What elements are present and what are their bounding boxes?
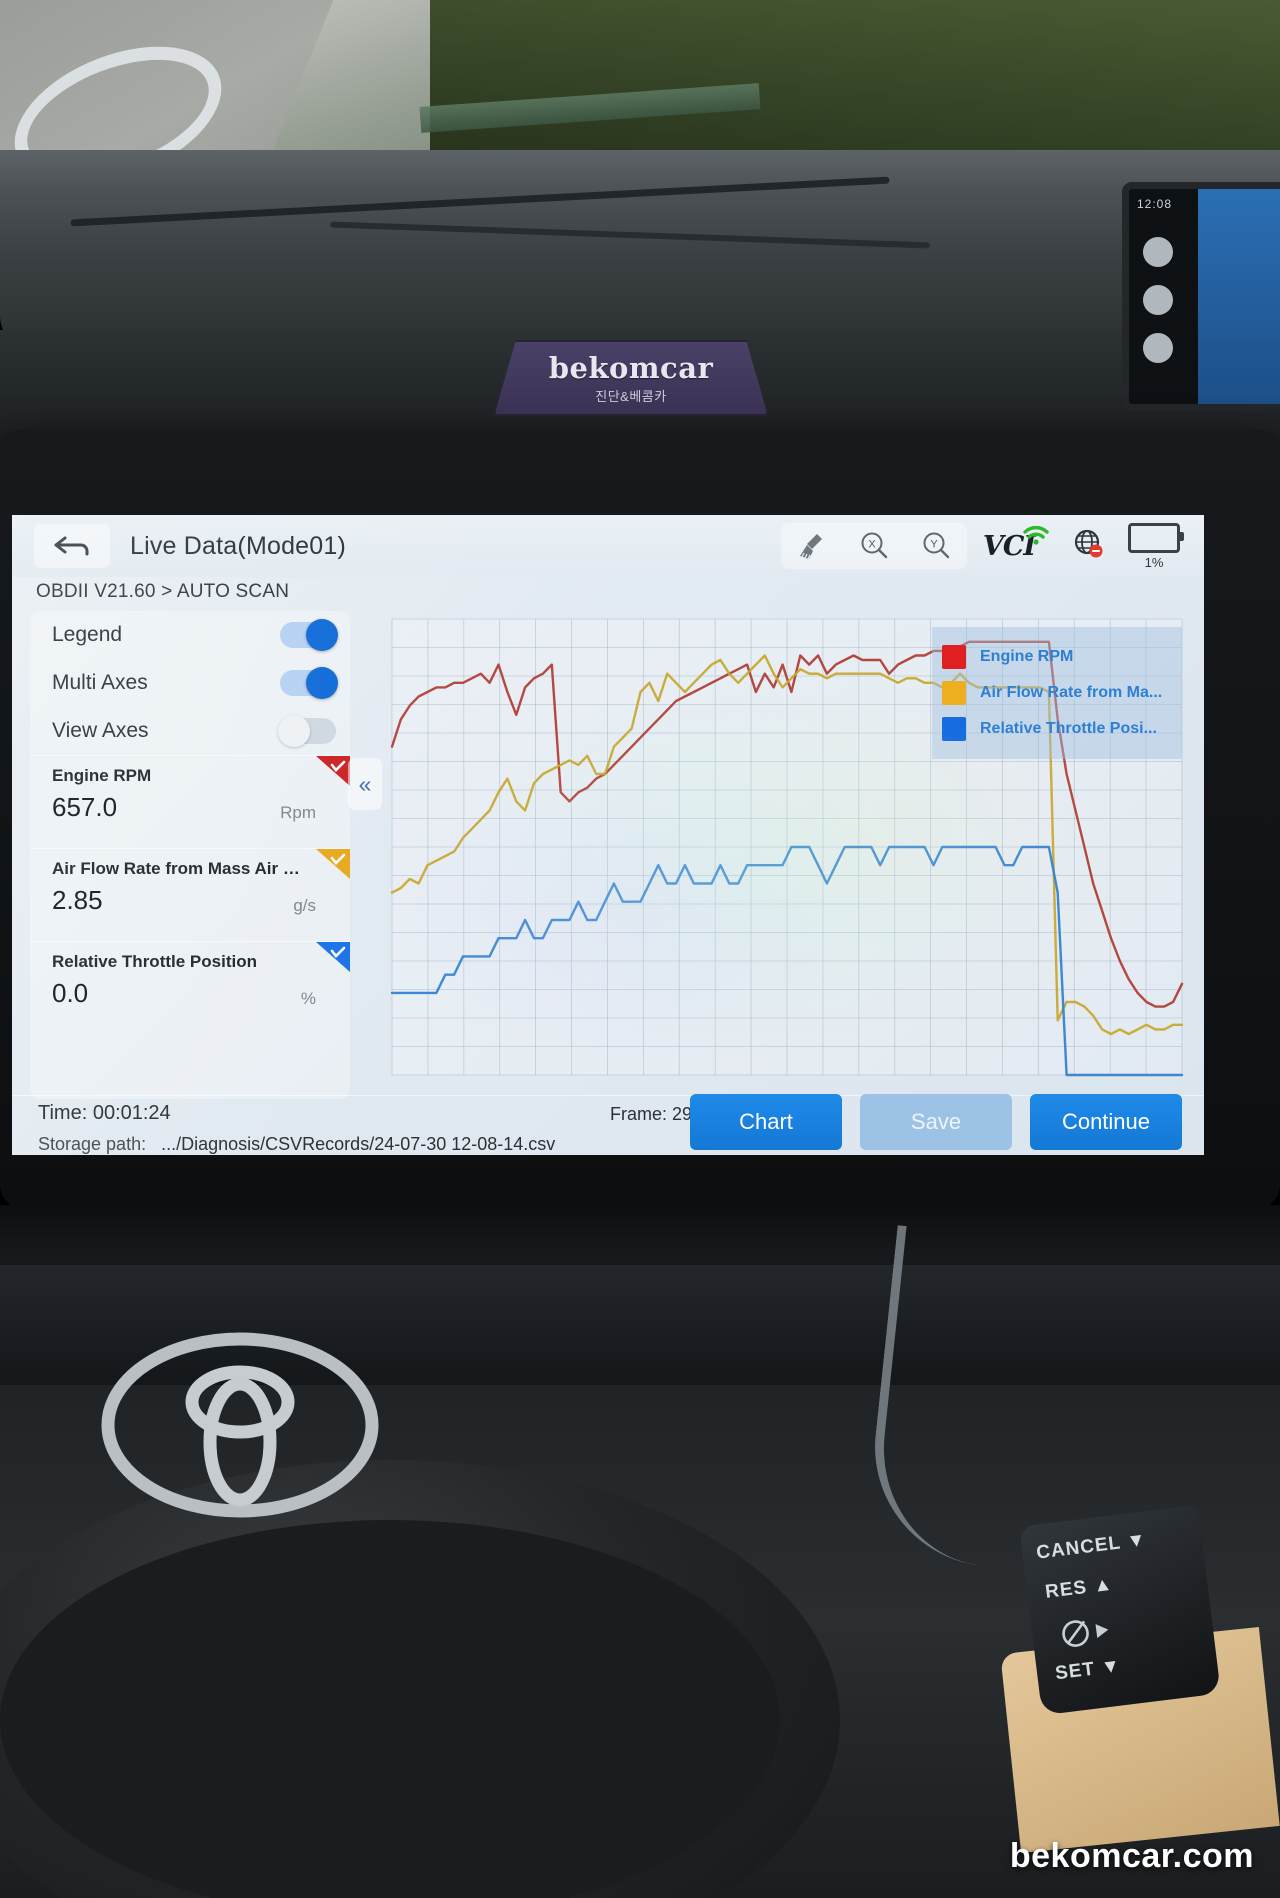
- toggle-label-multi-axes: Multi Axes: [52, 671, 148, 694]
- page-title: Live Data(Mode01): [130, 531, 347, 560]
- vci-status[interactable]: VCI: [983, 525, 1050, 562]
- tablet-screen: Live Data(Mode01) X Y VCI 1% OBDII V21.6…: [12, 515, 1204, 1155]
- diagnostic-tablet: bekomcar 진단&베콤카 Live Data(Mode01) X Y VC…: [0, 340, 1280, 1210]
- battery-icon: [1128, 522, 1184, 553]
- steering-wheel-inner: [0, 1520, 780, 1898]
- legend-item-engine-rpm: Engine RPM: [942, 639, 1172, 675]
- storage-label: Storage path:: [38, 1134, 147, 1154]
- battery-status: 1%: [1128, 522, 1184, 570]
- legend-label: Air Flow Rate from Ma...: [980, 684, 1163, 701]
- infotainment-button-1: [1143, 237, 1173, 267]
- bekomcar-brand-plate: bekomcar 진단&베콤카: [494, 340, 768, 416]
- pid-selected-corner-icon: [310, 849, 350, 883]
- car-infotainment-screen: 12:08: [1122, 182, 1280, 411]
- legend-swatch: [942, 717, 966, 741]
- brand-name: bekomcar: [548, 351, 714, 385]
- toggle-row-legend[interactable]: Legend: [30, 611, 350, 659]
- chart-button[interactable]: Chart: [690, 1094, 842, 1150]
- back-button[interactable]: [34, 524, 110, 568]
- pid-item-engine-rpm[interactable]: Engine RPM 657.0 Rpm: [30, 755, 350, 848]
- pid-unit: %: [300, 989, 316, 1008]
- footer-buttons: Chart Save Continue: [690, 1094, 1182, 1150]
- wifi-connected-icon: [1022, 523, 1050, 552]
- pid-selected-corner-icon: [310, 942, 350, 976]
- globe-icon: [1074, 529, 1103, 557]
- toolbar-button-group: X Y: [780, 523, 967, 569]
- toggle-label-view-axes: View Axes: [52, 719, 149, 742]
- toggle-switch-multi-axes[interactable]: [280, 667, 338, 699]
- infotainment-map-panel: [1198, 189, 1280, 404]
- legend-label: Relative Throttle Posi...: [980, 720, 1157, 737]
- roadside-vegetation: [430, 0, 1280, 175]
- app-footer: Time: 00:01:24 Frame: 29 Storage path: .…: [12, 1094, 1204, 1155]
- battery-percent: 1%: [1144, 554, 1164, 570]
- save-button[interactable]: Save: [860, 1094, 1012, 1150]
- pid-selected-corner-icon: [310, 756, 350, 790]
- clear-broom-icon: [799, 534, 822, 560]
- toggle-row-multi-axes[interactable]: Multi Axes: [30, 659, 350, 707]
- x-axis-zoom-button[interactable]: X: [843, 523, 905, 569]
- frame-label: Frame:: [610, 1104, 668, 1124]
- sidebar: Legend Multi Axes View Axes Engine RPM 6…: [30, 611, 350, 1099]
- elapsed-time: Time: 00:01:24: [38, 1102, 171, 1125]
- y-axis-zoom-button[interactable]: Y: [905, 523, 967, 569]
- stalk-label-set: SET ▼: [1054, 1655, 1123, 1685]
- dashboard-top: [0, 150, 1280, 355]
- legend-swatch: [942, 645, 966, 669]
- clear-button[interactable]: [781, 523, 843, 569]
- pid-name: Engine RPM: [52, 766, 152, 785]
- frame-counter: Frame: 29: [610, 1104, 692, 1125]
- infotainment-clock: 12:08: [1137, 197, 1173, 211]
- screenshot-scene: 12:08 bekomcar 진단&베콤카 Live Data(Mode01): [0, 0, 1280, 1898]
- pid-value: 0.0: [52, 978, 89, 1008]
- pid-value: 2.85: [52, 885, 103, 915]
- pid-name: Air Flow Rate from Mass Air Flow S...: [52, 859, 302, 878]
- breadcrumb: OBDII V21.60 > AUTO SCAN: [36, 581, 290, 602]
- infotainment-button-3: [1143, 333, 1173, 363]
- pid-name: Relative Throttle Position: [52, 952, 257, 971]
- pid-unit: Rpm: [280, 803, 316, 822]
- time-label: Time:: [38, 1102, 88, 1124]
- pid-item-air-flow-rate[interactable]: Air Flow Rate from Mass Air Flow S... 2.…: [30, 848, 350, 941]
- pid-value: 657.0: [52, 792, 118, 822]
- legend-item-relative-throttle-position: Relative Throttle Posi...: [942, 711, 1172, 747]
- time-value: 00:01:24: [92, 1102, 171, 1124]
- legend-label: Engine RPM: [980, 648, 1074, 665]
- back-arrow-icon: [54, 536, 89, 556]
- x-axis-zoom-icon: X: [861, 532, 888, 559]
- cruise-control-icon: [1062, 1620, 1109, 1647]
- continue-button[interactable]: Continue: [1030, 1094, 1182, 1150]
- live-data-chart[interactable]: Engine RPM Air Flow Rate from Ma... Rela…: [384, 613, 1186, 1083]
- infotainment-button-2: [1143, 285, 1173, 315]
- chart-legend: Engine RPM Air Flow Rate from Ma... Rela…: [932, 627, 1182, 759]
- toggle-switch-legend[interactable]: [280, 619, 338, 651]
- pid-item-relative-throttle-position[interactable]: Relative Throttle Position 0.0 %: [30, 941, 350, 1034]
- legend-swatch: [942, 681, 966, 705]
- svg-text:Y: Y: [930, 539, 938, 551]
- sidebar-collapse-button[interactable]: «: [348, 758, 382, 810]
- network-status-button[interactable]: [1072, 527, 1106, 566]
- bekomcar-watermark: bekomcar.com: [1009, 1837, 1254, 1875]
- toggle-switch-view-axes[interactable]: [278, 715, 336, 747]
- stalk-label-cancel: CANCEL ▼: [1035, 1529, 1148, 1564]
- legend-item-air-flow-rate: Air Flow Rate from Ma...: [942, 675, 1172, 711]
- toggle-label-legend: Legend: [52, 623, 123, 646]
- brand-subtitle: 진단&베콤카: [595, 389, 667, 404]
- storage-value: .../Diagnosis/CSVRecords/24-07-30 12-08-…: [161, 1134, 556, 1154]
- stalk-label-res: RES ▲: [1044, 1573, 1115, 1603]
- toolbar: X Y VCI 1%: [780, 522, 1204, 570]
- toggle-row-view-axes[interactable]: View Axes: [30, 707, 350, 755]
- toyota-emblem-icon: [101, 1332, 379, 1518]
- app-header: Live Data(Mode01) X Y VCI 1%: [12, 515, 1204, 577]
- storage-path: Storage path: .../Diagnosis/CSVRecords/2…: [38, 1134, 555, 1155]
- y-axis-zoom-icon: Y: [923, 532, 950, 559]
- cruise-control-stalk: CANCEL ▼ RES ▲ SET ▼: [1019, 1504, 1221, 1716]
- steering-wheel: [0, 1460, 840, 1898]
- svg-text:X: X: [868, 539, 876, 551]
- pid-unit: g/s: [293, 896, 316, 915]
